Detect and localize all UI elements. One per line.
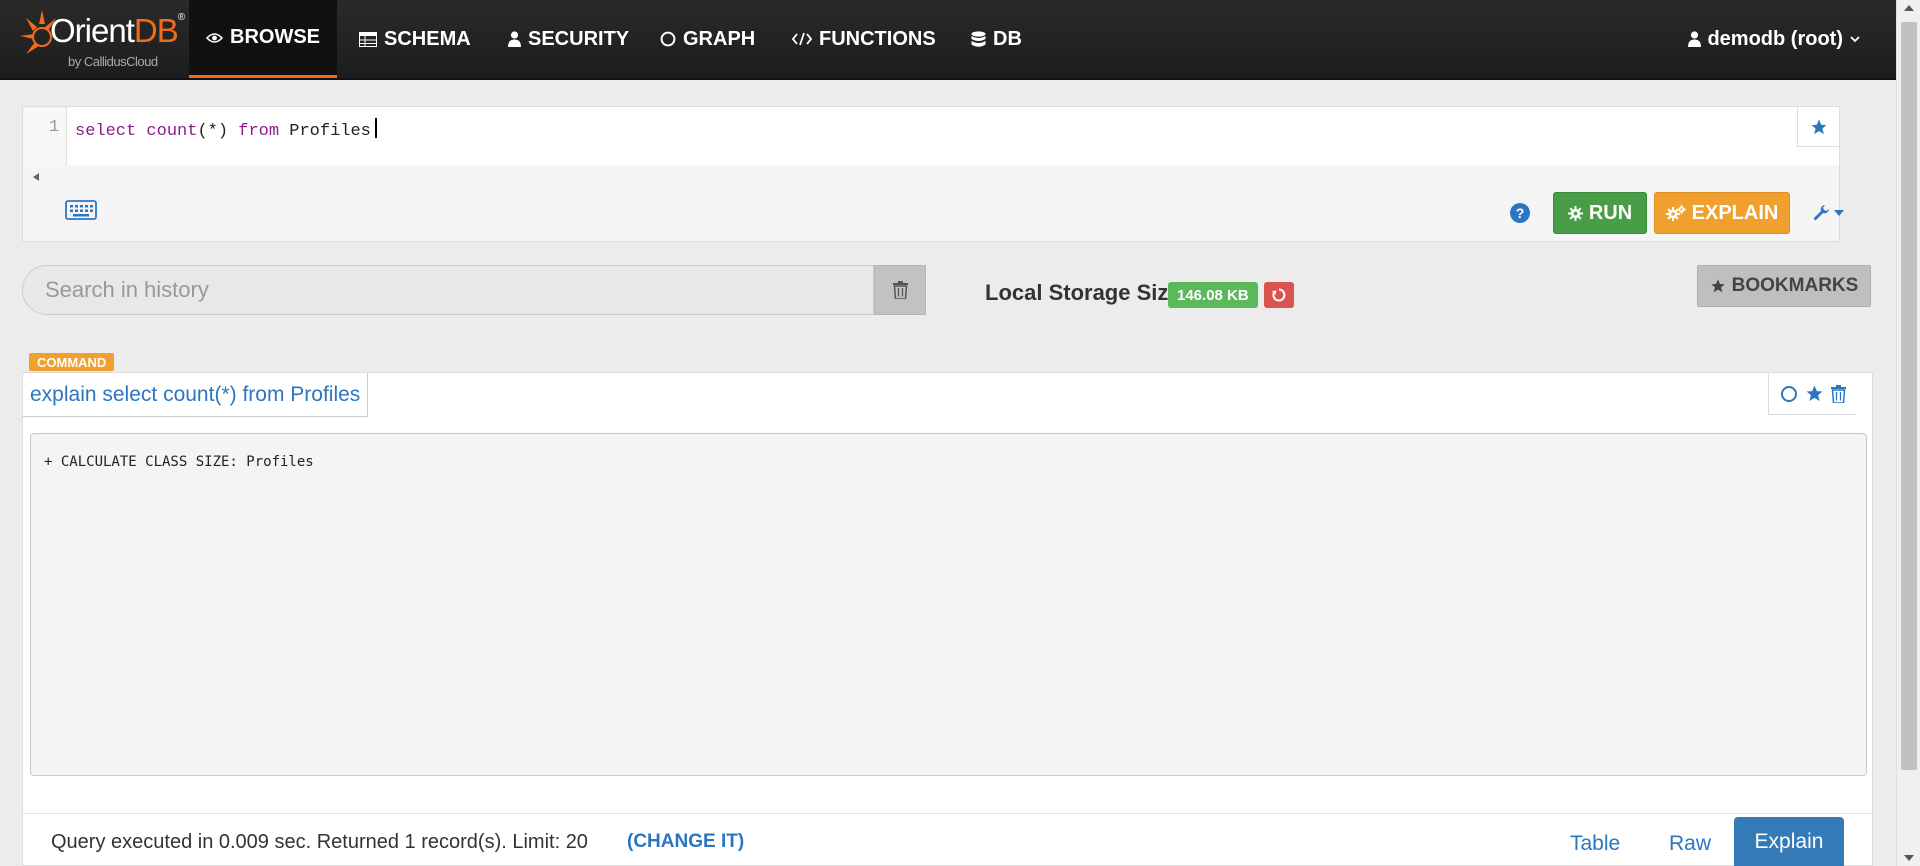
result-footer-divider xyxy=(23,813,1872,814)
nav-functions-label: FUNCTIONS xyxy=(819,27,936,50)
view-tab-explain[interactable]: Explain xyxy=(1734,817,1844,866)
orientdb-logo[interactable]: OrientDB® by CallidusCloud xyxy=(20,4,185,74)
logo-db: DB xyxy=(133,12,179,49)
code-line[interactable]: select count(*) from Profiles xyxy=(75,118,377,141)
storage-size-badge: 146.08 KB xyxy=(1168,282,1258,308)
history-search-input[interactable]: Search in history xyxy=(22,265,874,315)
text-cursor xyxy=(374,118,377,138)
function-count: count xyxy=(146,122,198,141)
wrench-icon xyxy=(1812,204,1830,222)
svg-text:?: ? xyxy=(1516,205,1525,221)
nav-graph-label: GRAPH xyxy=(683,27,756,50)
result-query-text: explain select count(*) from Profiles xyxy=(30,382,361,406)
top-navbar: OrientDB® by CallidusCloud BROWSE SCHEMA… xyxy=(0,0,1896,80)
circle-icon xyxy=(660,31,676,47)
history-search: Search in history xyxy=(22,265,926,315)
keyword-from: from xyxy=(238,122,280,141)
nav-functions[interactable]: FUNCTIONS xyxy=(792,0,936,78)
history-search-placeholder: Search in history xyxy=(45,277,209,302)
run-button-label: RUN xyxy=(1588,201,1633,224)
circle-icon[interactable] xyxy=(1780,385,1798,403)
count-args: (*) xyxy=(197,122,229,141)
help-icon[interactable]: ? xyxy=(1509,202,1531,229)
command-type-badge: COMMAND xyxy=(29,353,115,371)
editor-resize-handle[interactable] xyxy=(33,173,39,181)
nav-browse-label: BROWSE xyxy=(230,26,320,48)
execution-plan-output: + CALCULATE CLASS SIZE: Profiles xyxy=(30,433,1867,776)
line-number: 1 xyxy=(49,118,60,137)
trash-icon xyxy=(892,281,908,299)
keyword-select: select xyxy=(75,122,137,141)
nav-security[interactable]: SECURITY xyxy=(508,0,629,78)
view-tab-table[interactable]: Table xyxy=(1570,832,1620,856)
explain-button[interactable]: EXPLAIN xyxy=(1654,192,1790,234)
logo-wordmark: OrientDB® xyxy=(50,12,185,50)
result-actions xyxy=(1768,373,1856,415)
execution-plan-text: + CALCULATE CLASS SIZE: Profiles xyxy=(44,454,314,470)
logo-tm: ® xyxy=(177,12,185,23)
query-status-text: Query executed in 0.009 sec. Returned 1 … xyxy=(51,831,588,853)
nav-schema[interactable]: SCHEMA xyxy=(359,0,471,78)
nav-db[interactable]: DB xyxy=(971,0,1022,78)
star-icon xyxy=(1710,278,1726,294)
scrollbar-thumb[interactable] xyxy=(1901,22,1917,770)
gear-icon xyxy=(1567,205,1583,221)
star-icon[interactable] xyxy=(1805,384,1824,403)
run-button[interactable]: RUN xyxy=(1553,192,1647,234)
result-query-title[interactable]: explain select count(*) from Profiles xyxy=(23,373,369,417)
class-name: Profiles xyxy=(289,122,371,141)
view-tab-raw[interactable]: Raw xyxy=(1669,832,1711,856)
nav-browse[interactable]: BROWSE xyxy=(189,0,337,78)
logo-subtitle: by CallidusCloud xyxy=(68,54,158,69)
keyboard-icon[interactable] xyxy=(65,199,97,226)
clear-history-button[interactable] xyxy=(874,265,926,315)
editor-gutter: 1 xyxy=(23,107,67,165)
recycle-icon xyxy=(1272,288,1286,302)
bookmarks-button[interactable]: BOOKMARKS xyxy=(1697,265,1871,307)
page-scrollbar[interactable] xyxy=(1896,0,1920,866)
editor-settings-dropdown[interactable] xyxy=(1812,204,1844,222)
query-editor-card: 1 select count(*) from Profiles ? RUN EX… xyxy=(22,106,1844,242)
bookmarks-button-label: BOOKMARKS xyxy=(1731,275,1859,296)
table-icon xyxy=(359,31,377,47)
explain-button-label: EXPLAIN xyxy=(1691,201,1779,224)
user-menu-label: demodb (root) xyxy=(1707,27,1843,50)
bookmark-query-button[interactable] xyxy=(1797,107,1839,147)
change-limit-link[interactable]: (CHANGE IT) xyxy=(627,831,744,853)
caret-down-icon xyxy=(1834,210,1844,216)
user-menu[interactable]: demodb (root) xyxy=(1688,0,1860,78)
database-icon xyxy=(971,30,986,48)
local-storage-label: Local Storage Size xyxy=(985,280,1181,305)
chevron-down-icon xyxy=(1850,35,1860,43)
clear-storage-button[interactable] xyxy=(1264,282,1294,308)
nav-db-label: DB xyxy=(993,27,1022,50)
code-icon xyxy=(792,32,812,46)
eye-icon xyxy=(206,32,223,44)
user-icon xyxy=(1688,31,1702,47)
trash-icon[interactable] xyxy=(1830,384,1846,403)
scroll-up-arrow-icon[interactable] xyxy=(1904,5,1914,11)
nav-schema-label: SCHEMA xyxy=(384,27,471,50)
nav-graph[interactable]: GRAPH xyxy=(660,0,755,78)
scroll-down-arrow-icon[interactable] xyxy=(1904,855,1914,861)
star-icon xyxy=(1810,118,1828,136)
gears-icon xyxy=(1665,205,1686,221)
nav-security-label: SECURITY xyxy=(528,27,630,50)
user-icon xyxy=(508,31,521,47)
code-editor[interactable]: 1 select count(*) from Profiles xyxy=(23,107,1839,165)
result-panel: explain select count(*) from Profiles + … xyxy=(22,372,1873,866)
logo-orient: Orient xyxy=(50,12,135,49)
